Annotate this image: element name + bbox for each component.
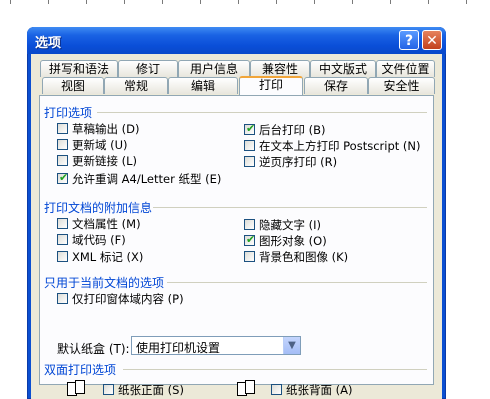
tab-file-locations[interactable]: 文件位置	[376, 60, 435, 77]
options-dialog: 选项 ? ✕ 拼写和语法 修订 用户信息 兼容性 中文版式 文件位置 视图 常规…	[27, 27, 446, 399]
current-doc-heading: 只用于当前文档的选项	[44, 276, 165, 290]
checkbox-box[interactable]	[57, 293, 68, 304]
dialog-title: 选项	[35, 36, 62, 51]
tab-track-changes[interactable]: 修订	[118, 60, 178, 77]
tab-asian-typography[interactable]: 中文版式	[310, 60, 376, 77]
close-icon: ✕	[426, 33, 438, 49]
checkbox-box[interactable]	[244, 156, 255, 167]
checkbox-box[interactable]	[244, 219, 255, 230]
group-divider	[97, 112, 427, 113]
group-divider	[123, 369, 427, 370]
checkbox-box[interactable]	[57, 155, 68, 166]
checkbox-box[interactable]: ✔	[57, 171, 69, 184]
close-button[interactable]: ✕	[422, 30, 442, 50]
help-button[interactable]: ?	[399, 30, 419, 50]
tab-compatibility[interactable]: 兼容性	[250, 60, 310, 77]
tab-spelling-grammar[interactable]: 拼写和语法	[40, 60, 118, 77]
check-icon: ✔	[246, 122, 256, 135]
checkbox-box[interactable]	[57, 139, 68, 150]
help-icon: ?	[404, 33, 414, 49]
duplex-front-icon	[67, 380, 89, 396]
print-options-heading: 打印选项	[44, 106, 93, 120]
tab-save[interactable]: 保存	[304, 77, 368, 94]
tab-general[interactable]: 常规	[104, 77, 168, 94]
checkbox-box[interactable]	[244, 140, 255, 151]
duplex-back-icon	[237, 380, 259, 396]
checkbox-box[interactable]	[57, 218, 68, 229]
default-tray-value: 使用打印机设置	[136, 341, 221, 355]
tab-user-info[interactable]: 用户信息	[178, 60, 250, 77]
ruler	[0, 0, 490, 6]
checkbox-box[interactable]	[57, 123, 68, 134]
tab-edit[interactable]: 编辑	[168, 77, 238, 94]
check-icon: ✔	[59, 171, 69, 184]
checkbox-box[interactable]	[271, 384, 282, 395]
checkbox-box[interactable]	[57, 234, 68, 245]
title-bar[interactable]: 选项 ? ✕	[27, 27, 446, 54]
doc-info-heading: 打印文档的附加信息	[44, 201, 153, 215]
check-icon: ✔	[246, 233, 256, 246]
tab-view[interactable]: 视图	[42, 77, 104, 94]
checkbox-box[interactable]	[57, 251, 68, 262]
group-divider	[153, 207, 427, 208]
checkbox-box[interactable]: ✔	[244, 122, 256, 135]
checkbox-box[interactable]: ✔	[244, 233, 256, 246]
chevron-down-icon[interactable]: ▼	[283, 337, 300, 354]
duplex-heading: 双面打印选项	[44, 363, 117, 377]
tab-print[interactable]: 打印	[239, 76, 303, 95]
default-tray-label: 默认纸盒 (T):	[57, 342, 130, 356]
group-divider	[167, 282, 427, 283]
checkbox-box[interactable]	[103, 384, 114, 395]
default-tray-select[interactable]: 使用打印机设置 ▼	[131, 336, 301, 355]
tab-security[interactable]: 安全性	[368, 77, 435, 94]
checkbox-box[interactable]	[244, 251, 255, 262]
